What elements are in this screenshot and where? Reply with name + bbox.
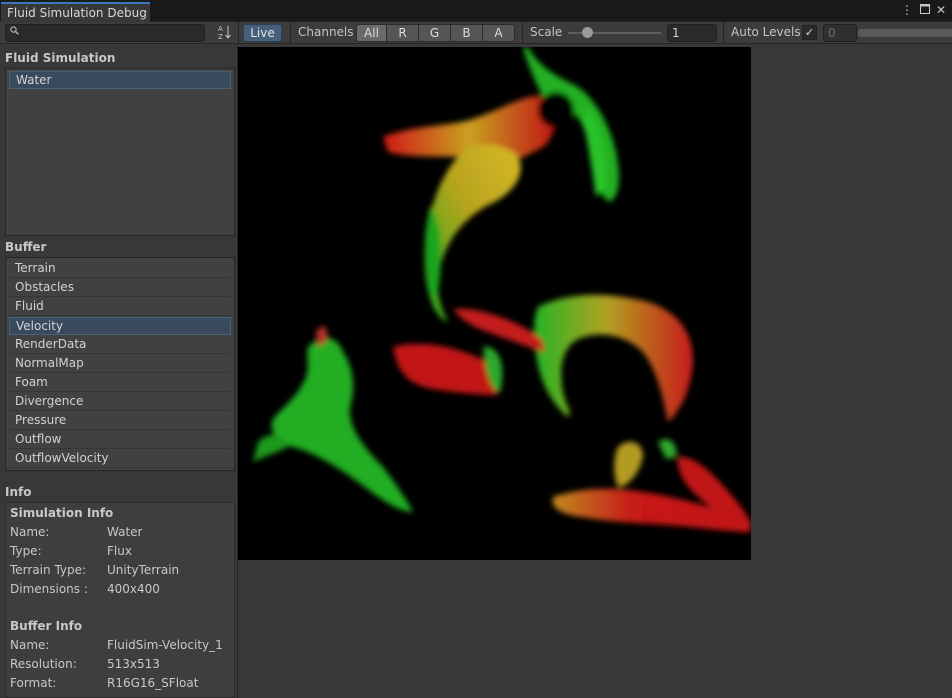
buffer-item-obstacles[interactable]: Obstacles	[9, 279, 231, 297]
channel-b-button[interactable]: B	[450, 24, 483, 42]
buffer-item-outflowvelocity[interactable]: OutflowVelocity	[9, 450, 231, 468]
buffer-item-renderdata[interactable]: RenderData	[9, 336, 231, 354]
auto-levels-checkbox[interactable]: ✓	[802, 25, 817, 40]
info-row: Dimensions : 400x400	[10, 582, 160, 596]
search-field[interactable]	[5, 24, 205, 42]
svg-text:A: A	[218, 25, 223, 33]
info-row: Format: R16G16_SFloat	[10, 676, 199, 690]
window-tab[interactable]: Fluid Simulation Debug	[1, 2, 150, 22]
channel-a-button[interactable]: A	[482, 24, 515, 42]
buffer-preview-image	[238, 47, 751, 560]
toolbar: A Z Live Channels All R G B A Scale 1 Au…	[0, 22, 952, 44]
fluid-simulation-title: Fluid Simulation	[5, 51, 116, 65]
info-panel: Simulation Info Name: Water Type: Flux T…	[5, 502, 235, 698]
channel-g-button[interactable]: G	[418, 24, 451, 42]
kebab-icon[interactable]: ⋮	[900, 3, 914, 17]
auto-levels-label: Auto Levels	[731, 25, 801, 39]
search-input[interactable]	[22, 25, 202, 41]
maximize-icon[interactable]	[918, 3, 932, 17]
left-panel: Fluid Simulation Water Buffer Terrain Ob…	[0, 44, 237, 698]
window-title-bar: Fluid Simulation Debug ⋮ ✕	[0, 0, 952, 22]
buffer-item-velocity[interactable]: Velocity	[9, 317, 231, 335]
info-row: Type: Flux	[10, 544, 132, 558]
buffer-item-fluid[interactable]: Fluid	[9, 298, 231, 316]
info-row: Name: Water	[10, 525, 143, 539]
buffer-list: Terrain Obstacles Fluid Velocity RenderD…	[5, 257, 235, 471]
levels-min-field[interactable]: 0	[823, 24, 857, 42]
channel-all-button[interactable]: All	[356, 24, 387, 42]
info-row: Resolution: 513x513	[10, 657, 160, 671]
velocity-field	[253, 47, 751, 532]
buffer-info-title: Buffer Info	[10, 619, 83, 633]
scale-value-field[interactable]: 1	[667, 24, 717, 42]
fluid-simulation-list: Water	[5, 68, 235, 236]
buffer-item-divergence[interactable]: Divergence	[9, 393, 231, 411]
scale-slider-thumb[interactable]	[581, 27, 593, 38]
simulation-info-title: Simulation Info	[10, 506, 114, 520]
buffer-item-normalmap[interactable]: NormalMap	[9, 355, 231, 373]
close-icon[interactable]: ✕	[934, 3, 948, 17]
buffer-title: Buffer	[5, 240, 47, 254]
buffer-item-terrain[interactable]: Terrain	[9, 260, 231, 278]
buffer-item-outflow[interactable]: Outflow	[9, 431, 231, 449]
channel-r-button[interactable]: R	[386, 24, 419, 42]
info-row: Terrain Type: UnityTerrain	[10, 563, 180, 577]
levels-range-slider[interactable]	[858, 29, 952, 37]
info-row: Name: FluidSim-Velocity_1	[10, 638, 223, 652]
buffer-item-foam[interactable]: Foam	[9, 374, 231, 392]
search-icon	[10, 26, 19, 38]
buffer-item-pressure[interactable]: Pressure	[9, 412, 231, 430]
info-title: Info	[5, 485, 32, 499]
live-toggle-button[interactable]: Live	[243, 24, 282, 42]
svg-text:Z: Z	[218, 33, 223, 40]
channel-selector: All R G B A	[356, 24, 515, 42]
channels-label: Channels	[298, 25, 354, 39]
list-item[interactable]: Water	[9, 71, 231, 89]
sort-alpha-icon: A Z	[218, 25, 231, 41]
scale-label: Scale	[530, 25, 563, 39]
sort-alphabetical-button[interactable]: A Z	[215, 24, 235, 42]
window-tab-title: Fluid Simulation Debug	[7, 6, 147, 20]
velocity-texture	[253, 47, 751, 532]
